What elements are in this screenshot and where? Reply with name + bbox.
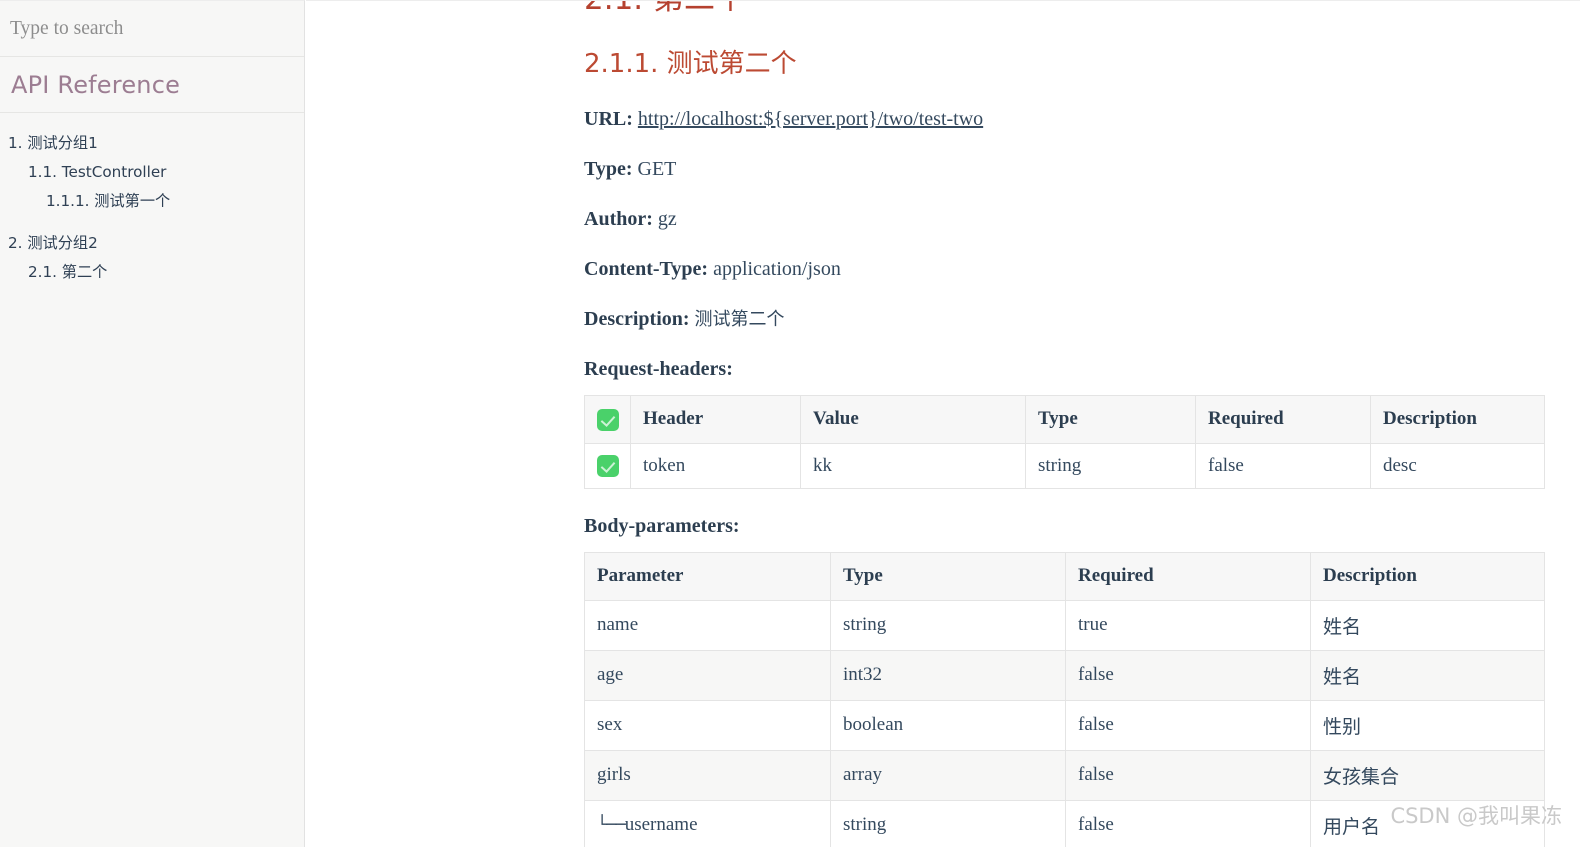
search-input[interactable] <box>10 17 290 40</box>
request-headers-table: Header Value Type Required Description t… <box>584 394 1545 489</box>
sidebar-item-second[interactable]: 2.1. 第二个 <box>0 258 304 287</box>
parameter-name: sex <box>597 714 623 736</box>
cell-parameter: age <box>584 649 831 701</box>
table-row: girls array false 女孩集合 <box>584 749 1545 801</box>
table-row: └──username string false 用户名 <box>584 799 1545 847</box>
search-box[interactable] <box>0 1 304 57</box>
col-header-required: Required <box>1065 551 1311 601</box>
meta-author-value: gz <box>657 207 677 230</box>
cell-description: 姓名 <box>1310 649 1545 701</box>
col-header-description: Description <box>1370 394 1545 444</box>
brand-header: API Reference <box>0 57 304 113</box>
cell-required: true <box>1065 599 1311 651</box>
table-row: age int32 false 姓名 <box>584 649 1545 701</box>
parameter-name: username <box>624 814 698 836</box>
meta-description-value: 测试第二个 <box>694 308 785 330</box>
cell-type: string <box>830 799 1066 847</box>
cell-type: boolean <box>830 699 1066 751</box>
meta-author-label: Author: <box>584 207 653 230</box>
meta-content-type-value: application/json <box>713 257 841 280</box>
document-body: 2.1. 第二个 2.1.1. 测试第二个 URL: http://localh… <box>584 1 1564 847</box>
cell-parameter: └──username <box>584 799 831 847</box>
meta-type-label: Type: <box>584 157 633 180</box>
tree-prefix: └── <box>597 815 626 836</box>
main-content: 2.1. 第二个 2.1.1. 测试第二个 URL: http://localh… <box>306 0 1580 847</box>
sidebar-item-test-first[interactable]: 1.1.1. 测试第一个 <box>0 187 304 216</box>
cell-description: 女孩集合 <box>1310 749 1545 801</box>
col-header-type: Type <box>830 551 1066 601</box>
cell-required: false <box>1065 699 1311 751</box>
request-headers-label: Request-headers: <box>584 357 733 380</box>
meta-description-label: Description: <box>584 307 690 330</box>
page-title: 2.1. 第二个 <box>584 1 1564 21</box>
cell-type: string <box>830 599 1066 651</box>
sidebar-item-testcontroller[interactable]: 1.1. TestController <box>0 158 304 187</box>
col-header-required: Required <box>1195 394 1371 444</box>
cell-parameter: girls <box>584 749 831 801</box>
table-of-contents: 1. 测试分组1 1.1. TestController 1.1.1. 测试第一… <box>0 113 304 287</box>
table-row: name string true 姓名 <box>584 599 1545 651</box>
col-header-description: Description <box>1310 551 1545 601</box>
select-all-header-cell <box>584 394 631 444</box>
meta-content-type-label: Content-Type: <box>584 257 709 280</box>
col-header-header: Header <box>630 394 801 444</box>
table-header-row: Parameter Type Required Description <box>584 551 1545 601</box>
sidebar-item-group-1[interactable]: 1. 测试分组1 <box>0 129 304 158</box>
cell-description: desc <box>1370 442 1545 489</box>
table-row: token kk string false desc <box>584 442 1545 489</box>
meta-content-type: Content-Type: application/json <box>584 257 1564 282</box>
meta-description: Description: 测试第二个 <box>584 307 1564 332</box>
parameter-name: name <box>597 614 639 636</box>
toc-spacer <box>0 217 304 229</box>
brand-title: API Reference <box>11 70 181 99</box>
table-row: sex boolean false 性别 <box>584 699 1545 751</box>
row-checkbox-icon[interactable] <box>596 455 619 478</box>
cell-required: false <box>1065 749 1311 801</box>
cell-required: false <box>1065 649 1311 701</box>
parameter-name: girls <box>597 764 631 786</box>
cell-type: string <box>1025 442 1196 489</box>
cell-type: int32 <box>830 649 1066 701</box>
cell-parameter: sex <box>584 699 831 751</box>
cell-required: false <box>1195 442 1371 489</box>
sidebar-item-group-2[interactable]: 2. 测试分组2 <box>0 229 304 258</box>
col-header-parameter: Parameter <box>584 551 831 601</box>
api-doc-page: API Reference 1. 测试分组1 1.1. TestControll… <box>0 0 1580 847</box>
meta-author: Author: gz <box>584 207 1564 232</box>
parameter-name: age <box>597 664 624 686</box>
row-select-cell <box>584 442 631 489</box>
meta-url-label: URL: <box>584 107 633 130</box>
cell-header: token <box>630 442 801 489</box>
cell-parameter: name <box>584 599 831 651</box>
col-header-value: Value <box>800 394 1026 444</box>
cell-description: 用户名 <box>1310 799 1545 847</box>
endpoint-title: 2.1.1. 测试第二个 <box>584 48 797 79</box>
cell-value: kk <box>800 442 1026 489</box>
table-header-row: Header Value Type Required Description <box>584 394 1545 444</box>
meta-type: Type: GET <box>584 157 1564 182</box>
meta-type-value: GET <box>637 157 677 180</box>
cell-description: 姓名 <box>1310 599 1545 651</box>
endpoint-url-link[interactable]: http://localhost:${server.port}/two/test… <box>638 108 983 130</box>
meta-url: URL: http://localhost:${server.port}/two… <box>584 107 1564 132</box>
body-parameters-table: Parameter Type Required Description name… <box>584 551 1545 847</box>
body-parameters-label: Body-parameters: <box>584 514 740 537</box>
select-all-checkbox-icon[interactable] <box>596 408 619 431</box>
col-header-type: Type <box>1025 394 1196 444</box>
cell-type: array <box>830 749 1066 801</box>
cell-required: false <box>1065 799 1311 847</box>
cell-description: 性别 <box>1310 699 1545 751</box>
sidebar: API Reference 1. 测试分组1 1.1. TestControll… <box>0 0 305 847</box>
